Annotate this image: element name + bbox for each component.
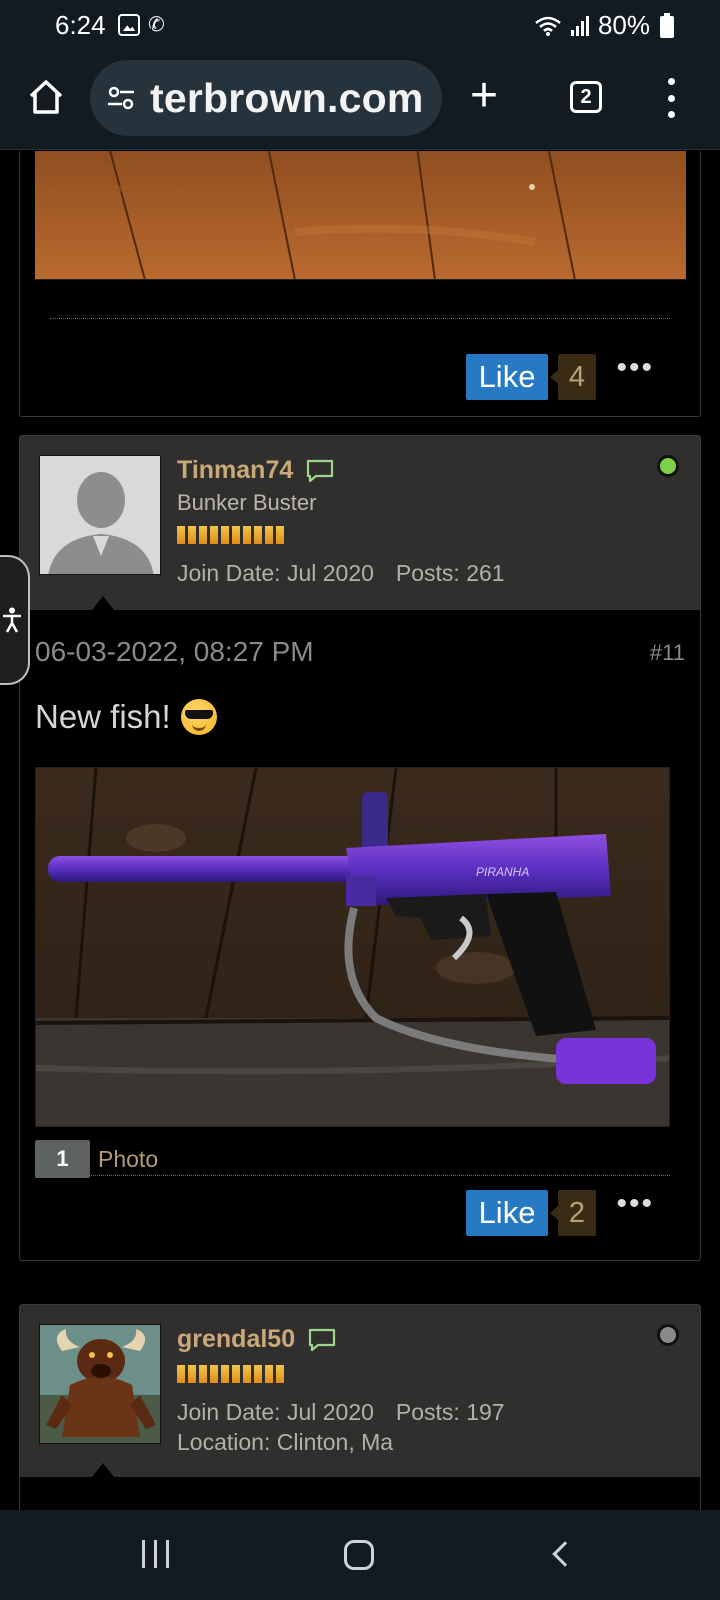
sunglasses-emoji-icon xyxy=(180,699,217,735)
like-control: Like 2 xyxy=(466,1190,596,1236)
like-button[interactable]: Like xyxy=(466,1190,548,1236)
offline-status-indicator xyxy=(657,1324,679,1346)
user-info-header: grendal50 Join Date: Jul 2020 Posts: 197 … xyxy=(20,1305,700,1477)
attachment-info: 1 Photo xyxy=(35,1140,158,1178)
join-date: Join Date: Jul 2020 xyxy=(177,560,374,586)
post-more-button[interactable]: ••• xyxy=(616,353,654,383)
user-meta: Join Date: Jul 2020 Posts: 261 xyxy=(177,560,505,587)
post-date: 06-03-2022, 08:27 PM xyxy=(35,636,314,667)
battery-percent: 80% xyxy=(597,10,650,40)
post-photo[interactable]: PIRANHA xyxy=(35,767,670,1127)
minotaur-avatar-icon xyxy=(40,1325,160,1443)
system-nav-bar xyxy=(0,1510,720,1600)
signal-icon xyxy=(570,15,589,36)
join-date: Join Date: Jul 2020 xyxy=(177,1399,374,1425)
svg-text:PIRANHA: PIRANHA xyxy=(476,865,529,879)
like-count: 2 xyxy=(550,1190,596,1236)
status-bar: 6:24 ✆ 80% xyxy=(0,0,720,52)
tab-switcher-button[interactable]: 2 xyxy=(570,81,602,113)
tune-icon[interactable] xyxy=(106,83,136,113)
avatar[interactable] xyxy=(39,1324,161,1444)
like-button[interactable]: Like xyxy=(466,354,548,400)
status-right: 80% xyxy=(534,10,650,41)
post-message: New fish! xyxy=(35,698,171,735)
divider xyxy=(50,1175,670,1176)
home-button[interactable] xyxy=(344,1540,374,1570)
speech-bubble-icon[interactable] xyxy=(308,1328,336,1352)
wifi-icon xyxy=(535,16,561,36)
user-meta: Join Date: Jul 2020 Posts: 197 xyxy=(177,1399,505,1426)
username: grendal50 xyxy=(177,1325,296,1353)
back-button[interactable] xyxy=(552,1541,578,1567)
more-vert-icon[interactable] xyxy=(666,78,676,118)
status-notification-icons: ✆ xyxy=(118,14,165,36)
post-more-button[interactable]: ••• xyxy=(616,1189,654,1219)
post-card: grendal50 Join Date: Jul 2020 Posts: 197 … xyxy=(19,1304,701,1510)
like-control: Like 4 xyxy=(466,354,596,400)
username-link[interactable]: Tinman74 xyxy=(177,456,334,485)
paintball-marker-photo: PIRANHA xyxy=(36,768,669,1126)
username: Tinman74 xyxy=(177,456,294,484)
home-icon[interactable] xyxy=(26,77,66,117)
post-text: New fish! xyxy=(35,698,217,736)
accessibility-icon xyxy=(3,607,21,633)
gallery-notification-icon xyxy=(118,14,140,36)
like-count: 4 xyxy=(550,354,596,400)
online-status-indicator xyxy=(657,455,679,477)
header-pointer xyxy=(92,596,114,610)
post-count: Posts: 197 xyxy=(395,1399,505,1425)
location: Location: Clinton, Ma xyxy=(177,1429,394,1455)
avatar[interactable] xyxy=(39,455,161,575)
wood-floor-photo xyxy=(35,151,686,279)
call-notification-icon: ✆ xyxy=(148,14,165,36)
user-title: Bunker Buster xyxy=(177,490,317,515)
default-avatar-icon xyxy=(40,456,160,574)
photo-count-badge: 1 xyxy=(35,1140,90,1178)
post-count: Posts: 261 xyxy=(395,560,505,586)
url-text: terbrown.com xyxy=(150,74,424,121)
recents-button[interactable] xyxy=(142,1540,169,1568)
status-time: 6:24 xyxy=(55,10,106,40)
speech-bubble-icon[interactable] xyxy=(306,459,334,483)
user-location: Location: Clinton, Ma xyxy=(177,1429,393,1456)
forum-thread: Like 4 ••• Tinman74 Bunker Buster Join D… xyxy=(0,151,720,1510)
battery-icon xyxy=(660,13,674,38)
address-bar[interactable]: terbrown.com xyxy=(90,60,442,136)
divider xyxy=(50,318,670,319)
new-tab-button[interactable]: + xyxy=(470,72,498,120)
reputation-bar xyxy=(177,1365,284,1383)
post-card: Tinman74 Bunker Buster Join Date: Jul 20… xyxy=(19,435,701,1261)
reputation-bar xyxy=(177,526,284,544)
post-card: Like 4 ••• xyxy=(19,151,701,417)
accessibility-widget-button[interactable] xyxy=(0,555,30,685)
post-number-link[interactable]: #11 xyxy=(650,640,685,666)
photo-label[interactable]: Photo xyxy=(98,1146,158,1173)
header-pointer xyxy=(92,1463,114,1477)
user-info-header: Tinman74 Bunker Buster Join Date: Jul 20… xyxy=(20,436,700,610)
browser-toolbar: terbrown.com + 2 xyxy=(0,52,720,150)
username-link[interactable]: grendal50 xyxy=(177,1325,336,1354)
post-image[interactable] xyxy=(35,151,686,280)
